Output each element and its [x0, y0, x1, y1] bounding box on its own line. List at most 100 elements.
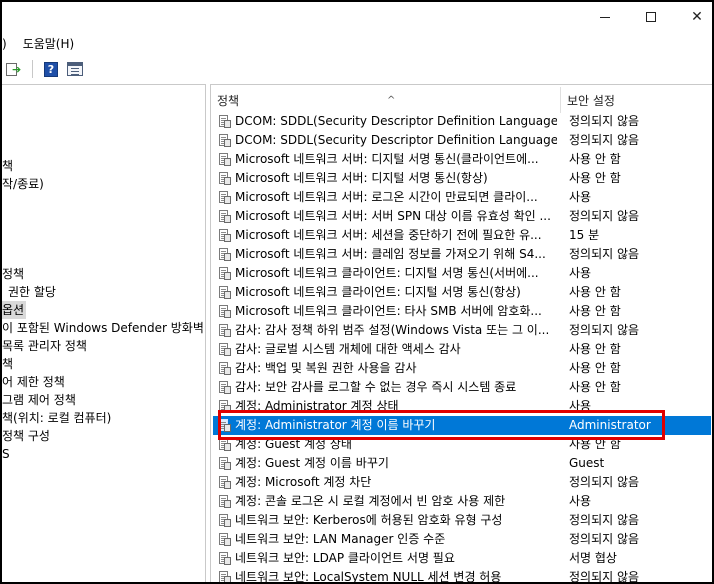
help-button[interactable]: ? — [41, 59, 61, 79]
policy-icon — [218, 514, 231, 527]
table-row[interactable]: Microsoft 네트워크 클라이언트: 타사 SMB 서버에 암호화... 사… — [213, 302, 711, 321]
policy-icon — [218, 305, 231, 318]
table-row-selected[interactable]: 계정: Administrator 계정 이름 바꾸기 Administrator — [213, 416, 711, 435]
toolbar-separator — [32, 60, 33, 78]
policy-icon — [218, 438, 231, 451]
policy-name: Microsoft 네트워크 서버: 서버 SPN 대상 이름 유효성 확인 .… — [235, 209, 551, 223]
minimize-button[interactable] — [582, 2, 628, 32]
policy-name: Microsoft 네트워크 클라이언트: 디지털 서명 통신(서버에... — [235, 266, 539, 280]
security-setting: 사용 안 함 — [569, 380, 621, 394]
table-row[interactable]: 네트워크 보안: LDAP 클라이언트 서명 필요 서명 협상 — [213, 549, 711, 568]
close-icon: ✕ — [691, 9, 703, 25]
tree-item[interactable]: 정책 — [2, 265, 24, 283]
table-row[interactable]: 감사: 보안 감사를 로그할 수 없는 경우 즉시 시스템 종료 사용 안 함 — [213, 378, 711, 397]
maximize-button[interactable] — [628, 2, 674, 32]
column-divider[interactable] — [560, 87, 561, 113]
policy-icon — [218, 286, 231, 299]
security-setting: 정의되지 않음 — [569, 323, 640, 337]
table-row[interactable]: Microsoft 네트워크 서버: 서버 SPN 대상 이름 유효성 확인 .… — [213, 207, 711, 226]
tree-item[interactable]: 어 제한 정책 — [2, 373, 65, 391]
tree-item[interactable]: 정책 구성 — [2, 427, 50, 445]
menu-bar: ) 도움말(H) — [2, 34, 80, 54]
policy-name: Microsoft 네트워크 클라이언트: 타사 SMB 서버에 암호화... — [235, 304, 542, 318]
table-row[interactable]: DCOM: SDDL(Security Descriptor Definitio… — [213, 131, 711, 150]
policy-icon — [218, 267, 231, 280]
table-row[interactable]: Microsoft 네트워크 서버: 클레임 정보를 가져오기 위해 S4...… — [213, 245, 711, 264]
table-row[interactable]: 계정: Microsoft 계정 차단 정의되지 않음 — [213, 473, 711, 492]
tree-item[interactable]: 목록 관리자 정책 — [2, 337, 87, 355]
table-row[interactable]: 감사: 글로벌 시스템 개체에 대한 액세스 감사 사용 안 함 — [213, 340, 711, 359]
table-row[interactable]: 네트워크 보안: LAN Manager 인증 수준 정의되지 않음 — [213, 530, 711, 549]
policy-name: 감사: 보안 감사를 로그할 수 없는 경우 즉시 시스템 종료 — [235, 380, 517, 394]
table-row[interactable]: 계정: Guest 계정 이름 바꾸기 Guest — [213, 454, 711, 473]
security-setting: 정의되지 않음 — [569, 513, 640, 527]
table-row[interactable]: 감사: 감사 정책 하위 범주 설정(Windows Vista 또는 그 이.… — [213, 321, 711, 340]
policy-name: 계정: 콘솔 로그온 시 로컬 계정에서 빈 암호 사용 제한 — [235, 494, 506, 508]
tree-item[interactable]: 그램 제어 정책 — [2, 391, 76, 409]
column-header-policy[interactable]: 정책 ^ — [217, 91, 563, 111]
security-setting: 정의되지 않음 — [569, 247, 640, 261]
tree-item[interactable]: 책 — [2, 355, 13, 373]
menu-item-help[interactable]: 도움말(H) — [17, 34, 81, 54]
table-row[interactable]: Microsoft 네트워크 클라이언트: 디지털 서명 통신(항상) 사용 안 … — [213, 283, 711, 302]
table-row[interactable]: 네트워크 보안: Kerberos에 허용된 암호화 유형 구성 정의되지 않음 — [213, 511, 711, 530]
policy-icon — [218, 381, 231, 394]
close-button[interactable]: ✕ — [674, 2, 712, 32]
tree-item[interactable]: 책(위치: 로컬 컴퓨터) — [2, 409, 111, 427]
security-setting: 서명 협상 — [569, 551, 617, 565]
security-setting: 정의되지 않음 — [569, 133, 640, 147]
table-row[interactable]: Microsoft 네트워크 서버: 세션을 중단하기 전에 필요한 유... 1… — [213, 226, 711, 245]
policy-icon — [218, 343, 231, 356]
security-setting: 사용 안 함 — [569, 437, 621, 451]
policy-name: Microsoft 네트워크 서버: 세션을 중단하기 전에 필요한 유... — [235, 228, 542, 242]
table-row[interactable]: Microsoft 네트워크 서버: 로그온 시간이 만료되면 클라이... 사용 — [213, 188, 711, 207]
policy-name: Microsoft 네트워크 서버: 디지털 서명 통신(클라이언트에... — [235, 152, 539, 166]
tree-item-selected[interactable]: 옵션 — [2, 301, 27, 319]
table-row[interactable]: 계정: 콘솔 로그온 시 로컬 계정에서 빈 암호 사용 제한 사용 — [213, 492, 711, 511]
export-list-button[interactable]: ➔ — [4, 59, 24, 79]
policy-name: 감사: 감사 정책 하위 범주 설정(Windows Vista 또는 그 이.… — [235, 323, 550, 337]
table-row[interactable]: DCOM: SDDL(Security Descriptor Definitio… — [213, 112, 711, 131]
properties-icon — [67, 62, 83, 76]
security-setting: 사용 안 함 — [569, 152, 621, 166]
column-header-setting[interactable]: 보안 설정 — [567, 91, 707, 111]
table-row[interactable]: Microsoft 네트워크 서버: 디지털 서명 통신(항상) 사용 안 함 — [213, 169, 711, 188]
security-setting: 사용 — [569, 266, 592, 280]
policy-name: 네트워크 보안: LAN Manager 인증 수준 — [235, 532, 446, 546]
policy-name: 네트워크 보안: LDAP 클라이언트 서명 필요 — [235, 551, 455, 565]
table-row[interactable]: 네트워크 보안: LocalSystem NULL 세션 변경 허용 정의되지 않… — [213, 568, 711, 584]
toolbar: ➔ ? — [2, 58, 712, 80]
policy-name: Microsoft 네트워크 서버: 디지털 서명 통신(항상) — [235, 171, 488, 185]
policy-icon — [218, 210, 231, 223]
policy-name: 감사: 백업 및 복원 권한 사용을 감사 — [235, 361, 417, 375]
sort-ascending-icon: ^ — [387, 95, 396, 106]
security-setting: 사용 — [569, 399, 592, 413]
policy-name: 네트워크 보안: Kerberos에 허용된 암호화 유형 구성 — [235, 513, 503, 527]
table-row[interactable]: 계정: Administrator 계정 상태 사용 — [213, 397, 711, 416]
security-setting: 정의되지 않음 — [569, 114, 640, 128]
policy-icon — [218, 115, 231, 128]
tree-item[interactable]: S — [2, 445, 10, 463]
policy-name: 계정: Guest 계정 이름 바꾸기 — [235, 456, 389, 470]
table-row[interactable]: Microsoft 네트워크 클라이언트: 디지털 서명 통신(서버에... 사용 — [213, 264, 711, 283]
policy-icon — [218, 191, 231, 204]
policy-icon — [218, 172, 231, 185]
tree-item[interactable]: 책 — [2, 157, 13, 175]
policy-icon — [218, 229, 231, 242]
properties-button[interactable] — [65, 59, 85, 79]
security-setting: 사용 안 함 — [569, 171, 621, 185]
menu-item-partial[interactable]: ) — [2, 34, 17, 54]
policy-icon — [218, 419, 231, 432]
policy-icon — [218, 400, 231, 413]
tree-item[interactable]: 작/종료) — [2, 175, 44, 193]
tree-item[interactable]: 이 포함된 Windows Defender 방화벽 — [2, 319, 204, 337]
tree-item[interactable]: 권한 할당 — [8, 283, 56, 301]
security-setting: Guest — [569, 456, 605, 470]
table-row[interactable]: 감사: 백업 및 복원 권한 사용을 감사 사용 안 함 — [213, 359, 711, 378]
policy-icon — [218, 495, 231, 508]
policy-name: Microsoft 네트워크 클라이언트: 디지털 서명 통신(항상) — [235, 285, 521, 299]
table-row[interactable]: 계정: Guest 계정 상태 사용 안 함 — [213, 435, 711, 454]
policy-name: 네트워크 보안: LocalSystem NULL 세션 변경 허용 — [235, 570, 502, 584]
security-setting: 사용 안 함 — [569, 285, 621, 299]
table-row[interactable]: Microsoft 네트워크 서버: 디지털 서명 통신(클라이언트에... 사용… — [213, 150, 711, 169]
